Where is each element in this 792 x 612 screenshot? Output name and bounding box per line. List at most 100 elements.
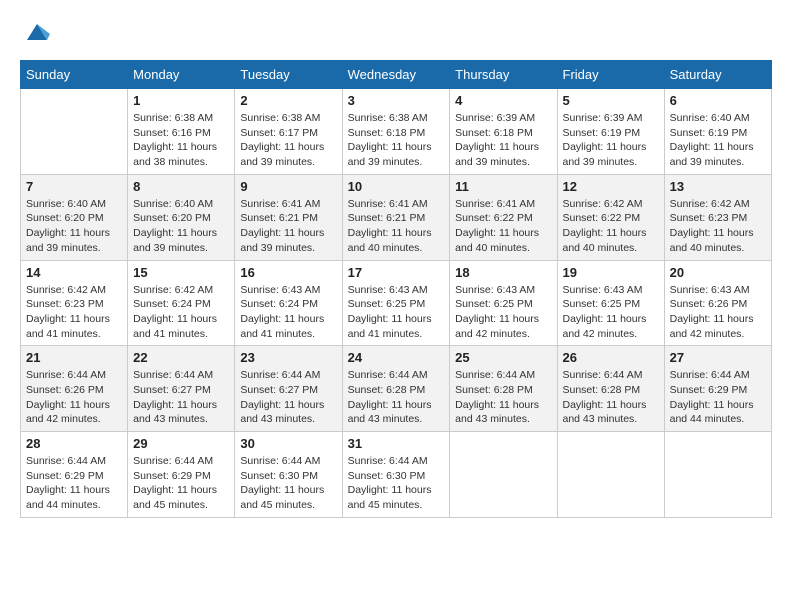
day-number: 24 bbox=[348, 350, 445, 365]
calendar-cell: 5 Sunrise: 6:39 AMSunset: 6:19 PMDaylight… bbox=[557, 89, 664, 175]
calendar-cell: 8 Sunrise: 6:40 AMSunset: 6:20 PMDaylight… bbox=[128, 174, 235, 260]
cell-info: Sunrise: 6:40 AMSunset: 6:20 PMDaylight:… bbox=[133, 197, 229, 256]
week-row-3: 14Sunrise: 6:42 AMSunset: 6:23 PMDayligh… bbox=[21, 260, 772, 346]
cell-info: Sunrise: 6:40 AMSunset: 6:19 PMDaylight:… bbox=[670, 111, 766, 170]
week-row-1: 1Sunrise: 6:38 AMSunset: 6:16 PMDaylight… bbox=[21, 89, 772, 175]
calendar-cell: 12 Sunrise: 6:42 AMSunset: 6:22 PMDayligh… bbox=[557, 174, 664, 260]
calendar-cell: 15 Sunrise: 6:42 AMSunset: 6:24 PMDayligh… bbox=[128, 260, 235, 346]
cell-info: Sunrise: 6:43 AMSunset: 6:26 PMDaylight:… bbox=[670, 283, 766, 342]
calendar-cell: 24 Sunrise: 6:44 AMSunset: 6:28 PMDayligh… bbox=[342, 346, 450, 432]
day-number: 21 bbox=[26, 350, 122, 365]
week-row-4: 21 Sunrise: 6:44 AMSunset: 6:26 PMDayligh… bbox=[21, 346, 772, 432]
calendar-cell: 28 Sunrise: 6:44 AMSunset: 6:29 PMDayligh… bbox=[21, 432, 128, 518]
column-header-monday: Monday bbox=[128, 61, 235, 89]
cell-info: Sunrise: 6:42 AMSunset: 6:24 PMDaylight:… bbox=[133, 283, 229, 342]
day-number: 17 bbox=[348, 265, 445, 280]
day-number: 29 bbox=[133, 436, 229, 451]
calendar-cell: 14Sunrise: 6:42 AMSunset: 6:23 PMDayligh… bbox=[21, 260, 128, 346]
day-number: 2 bbox=[240, 93, 336, 108]
day-number: 28 bbox=[26, 436, 122, 451]
cell-info: Sunrise: 6:41 AMSunset: 6:21 PMDaylight:… bbox=[240, 197, 336, 256]
cell-info: Sunrise: 6:39 AMSunset: 6:19 PMDaylight:… bbox=[563, 111, 659, 170]
calendar-cell: 20 Sunrise: 6:43 AMSunset: 6:26 PMDayligh… bbox=[664, 260, 771, 346]
day-number: 30 bbox=[240, 436, 336, 451]
column-header-thursday: Thursday bbox=[450, 61, 557, 89]
cell-info: Sunrise: 6:42 AMSunset: 6:23 PMDaylight:… bbox=[670, 197, 766, 256]
column-header-tuesday: Tuesday bbox=[235, 61, 342, 89]
day-number: 18 bbox=[455, 265, 551, 280]
calendar-cell: 3Sunrise: 6:38 AMSunset: 6:18 PMDaylight… bbox=[342, 89, 450, 175]
day-number: 10 bbox=[348, 179, 445, 194]
column-header-friday: Friday bbox=[557, 61, 664, 89]
day-number: 9 bbox=[240, 179, 336, 194]
calendar-cell: 1Sunrise: 6:38 AMSunset: 6:16 PMDaylight… bbox=[128, 89, 235, 175]
week-row-5: 28 Sunrise: 6:44 AMSunset: 6:29 PMDayligh… bbox=[21, 432, 772, 518]
cell-info: Sunrise: 6:40 AMSunset: 6:20 PMDaylight:… bbox=[26, 197, 122, 256]
column-header-sunday: Sunday bbox=[21, 61, 128, 89]
day-number: 11 bbox=[455, 179, 551, 194]
cell-info: Sunrise: 6:41 AMSunset: 6:22 PMDaylight:… bbox=[455, 197, 551, 256]
cell-info: Sunrise: 6:44 AMSunset: 6:28 PMDaylight:… bbox=[563, 368, 659, 427]
calendar-cell: 31Sunrise: 6:44 AMSunset: 6:30 PMDayligh… bbox=[342, 432, 450, 518]
cell-info: Sunrise: 6:43 AMSunset: 6:24 PMDaylight:… bbox=[240, 283, 336, 342]
cell-info: Sunrise: 6:44 AMSunset: 6:30 PMDaylight:… bbox=[348, 454, 445, 513]
calendar-cell: 11 Sunrise: 6:41 AMSunset: 6:22 PMDayligh… bbox=[450, 174, 557, 260]
logo-icon bbox=[22, 20, 52, 44]
calendar-cell: 2 Sunrise: 6:38 AMSunset: 6:17 PMDaylight… bbox=[235, 89, 342, 175]
day-number: 3 bbox=[348, 93, 445, 108]
calendar-cell bbox=[664, 432, 771, 518]
cell-info: Sunrise: 6:44 AMSunset: 6:27 PMDaylight:… bbox=[133, 368, 229, 427]
column-header-saturday: Saturday bbox=[664, 61, 771, 89]
calendar-cell: 26Sunrise: 6:44 AMSunset: 6:28 PMDayligh… bbox=[557, 346, 664, 432]
cell-info: Sunrise: 6:44 AMSunset: 6:29 PMDaylight:… bbox=[26, 454, 122, 513]
column-header-wednesday: Wednesday bbox=[342, 61, 450, 89]
cell-info: Sunrise: 6:38 AMSunset: 6:16 PMDaylight:… bbox=[133, 111, 229, 170]
calendar-cell: 27 Sunrise: 6:44 AMSunset: 6:29 PMDayligh… bbox=[664, 346, 771, 432]
day-number: 4 bbox=[455, 93, 551, 108]
day-number: 25 bbox=[455, 350, 551, 365]
day-number: 8 bbox=[133, 179, 229, 194]
calendar-cell: 10 Sunrise: 6:41 AMSunset: 6:21 PMDayligh… bbox=[342, 174, 450, 260]
cell-info: Sunrise: 6:43 AMSunset: 6:25 PMDaylight:… bbox=[563, 283, 659, 342]
logo bbox=[20, 20, 52, 50]
calendar-table: SundayMondayTuesdayWednesdayThursdayFrid… bbox=[20, 60, 772, 518]
calendar-cell: 7Sunrise: 6:40 AMSunset: 6:20 PMDaylight… bbox=[21, 174, 128, 260]
day-number: 27 bbox=[670, 350, 766, 365]
cell-info: Sunrise: 6:43 AMSunset: 6:25 PMDaylight:… bbox=[348, 283, 445, 342]
page-header bbox=[20, 20, 772, 50]
calendar-cell: 23Sunrise: 6:44 AMSunset: 6:27 PMDayligh… bbox=[235, 346, 342, 432]
cell-info: Sunrise: 6:38 AMSunset: 6:17 PMDaylight:… bbox=[240, 111, 336, 170]
cell-info: Sunrise: 6:44 AMSunset: 6:29 PMDaylight:… bbox=[133, 454, 229, 513]
calendar-cell: 25 Sunrise: 6:44 AMSunset: 6:28 PMDayligh… bbox=[450, 346, 557, 432]
calendar-cell: 22Sunrise: 6:44 AMSunset: 6:27 PMDayligh… bbox=[128, 346, 235, 432]
calendar-cell: 18 Sunrise: 6:43 AMSunset: 6:25 PMDayligh… bbox=[450, 260, 557, 346]
cell-info: Sunrise: 6:44 AMSunset: 6:28 PMDaylight:… bbox=[455, 368, 551, 427]
calendar-cell: 9 Sunrise: 6:41 AMSunset: 6:21 PMDaylight… bbox=[235, 174, 342, 260]
cell-info: Sunrise: 6:44 AMSunset: 6:26 PMDaylight:… bbox=[26, 368, 122, 427]
cell-info: Sunrise: 6:42 AMSunset: 6:22 PMDaylight:… bbox=[563, 197, 659, 256]
calendar-cell: 17 Sunrise: 6:43 AMSunset: 6:25 PMDayligh… bbox=[342, 260, 450, 346]
day-number: 19 bbox=[563, 265, 659, 280]
cell-info: Sunrise: 6:44 AMSunset: 6:27 PMDaylight:… bbox=[240, 368, 336, 427]
calendar-cell: 13 Sunrise: 6:42 AMSunset: 6:23 PMDayligh… bbox=[664, 174, 771, 260]
cell-info: Sunrise: 6:44 AMSunset: 6:28 PMDaylight:… bbox=[348, 368, 445, 427]
cell-info: Sunrise: 6:44 AMSunset: 6:30 PMDaylight:… bbox=[240, 454, 336, 513]
cell-info: Sunrise: 6:44 AMSunset: 6:29 PMDaylight:… bbox=[670, 368, 766, 427]
calendar-cell: 30 Sunrise: 6:44 AMSunset: 6:30 PMDayligh… bbox=[235, 432, 342, 518]
week-row-2: 7Sunrise: 6:40 AMSunset: 6:20 PMDaylight… bbox=[21, 174, 772, 260]
calendar-cell: 16 Sunrise: 6:43 AMSunset: 6:24 PMDayligh… bbox=[235, 260, 342, 346]
cell-info: Sunrise: 6:41 AMSunset: 6:21 PMDaylight:… bbox=[348, 197, 445, 256]
day-number: 15 bbox=[133, 265, 229, 280]
day-number: 6 bbox=[670, 93, 766, 108]
day-number: 5 bbox=[563, 93, 659, 108]
day-number: 12 bbox=[563, 179, 659, 194]
cell-info: Sunrise: 6:43 AMSunset: 6:25 PMDaylight:… bbox=[455, 283, 551, 342]
day-number: 16 bbox=[240, 265, 336, 280]
calendar-cell bbox=[557, 432, 664, 518]
day-number: 20 bbox=[670, 265, 766, 280]
day-number: 13 bbox=[670, 179, 766, 194]
calendar-cell bbox=[21, 89, 128, 175]
day-number: 14 bbox=[26, 265, 122, 280]
column-header-row: SundayMondayTuesdayWednesdayThursdayFrid… bbox=[21, 61, 772, 89]
calendar-cell: 19 Sunrise: 6:43 AMSunset: 6:25 PMDayligh… bbox=[557, 260, 664, 346]
